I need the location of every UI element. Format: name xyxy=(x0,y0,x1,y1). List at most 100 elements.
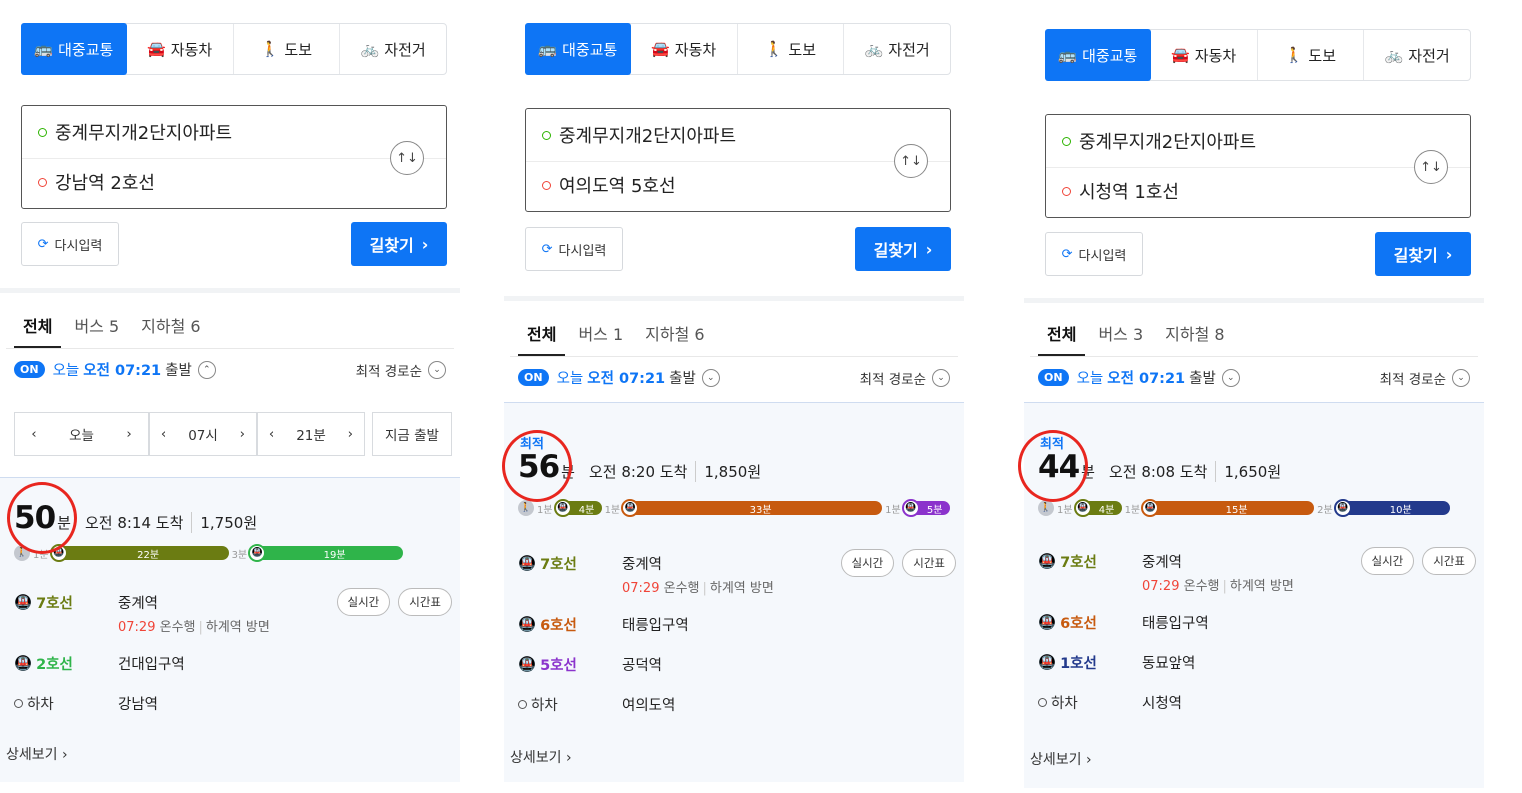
route-legs: 🚇 7호선 중계역 실시간 시간표 07:29 온수행 | 하계역 방면 🚇 6호선 태릉… xyxy=(1038,541,1476,722)
chevron-down-icon[interactable]: ⌄ xyxy=(701,368,720,387)
highlight-circle xyxy=(502,430,572,502)
day-picker[interactable]: ‹ 오늘 › xyxy=(14,412,149,456)
hour-picker[interactable]: ‹ 07시 › xyxy=(149,412,257,456)
destination-field[interactable]: 여의도역 5호선 xyxy=(542,172,676,198)
sort-dropdown[interactable]: 최적 경로순 ⌄ xyxy=(1380,368,1470,388)
chevron-down-icon: ⌄ xyxy=(1452,368,1470,387)
destination-dot-icon xyxy=(1062,186,1071,196)
alight-ring-icon xyxy=(14,698,23,708)
bus-icon: 🚌 xyxy=(34,40,54,58)
chevron-right-icon[interactable]: › xyxy=(348,426,353,442)
reset-button[interactable]: ⟳ 다시입력 xyxy=(1045,232,1143,276)
chevron-left-icon[interactable]: ‹ xyxy=(31,426,36,442)
realtime-button[interactable]: 실시간 xyxy=(840,549,895,577)
search-button[interactable]: 길찾기 › xyxy=(1375,232,1471,276)
depart-now-button[interactable]: 지금 출발 xyxy=(372,412,452,456)
departure-time[interactable]: 오전 07:21 xyxy=(1107,367,1185,388)
origin-field[interactable]: 중계무지개2단지아파트 xyxy=(542,122,736,148)
reset-button[interactable]: ⟳ 다시입력 xyxy=(21,222,119,266)
tab-all[interactable]: 전체 xyxy=(1037,310,1087,356)
tab-subway[interactable]: 지하철 6 xyxy=(141,302,200,348)
fare: 1,850원 xyxy=(695,461,761,482)
swap-icon[interactable]: ↑↓ xyxy=(1414,150,1448,184)
mode-walk-button[interactable]: 🚶 도보 xyxy=(1258,30,1365,80)
departure-time[interactable]: 오전 07:21 xyxy=(83,359,161,380)
chevron-left-icon[interactable]: ‹ xyxy=(161,426,166,442)
realtime-button[interactable]: 실시간 xyxy=(336,588,391,616)
highlight-circle xyxy=(1018,430,1088,502)
tab-all[interactable]: 전체 xyxy=(517,310,567,356)
minute-picker[interactable]: ‹ 21분 › xyxy=(257,412,365,456)
chevron-right-icon: › xyxy=(421,234,429,254)
timetable-button[interactable]: 시간표 xyxy=(902,549,956,577)
mode-car-button[interactable]: 🚘 자동차 xyxy=(631,24,738,74)
swap-icon[interactable]: ↑↓ xyxy=(894,144,928,178)
tab-bus[interactable]: 버스 5 xyxy=(74,302,119,348)
mode-walk-button[interactable]: 🚶 도보 xyxy=(234,24,341,74)
route-panel-yeouido: 🚌 대중교통 🚘 자동차 🚶 도보 🚲 자전거 중계무지개2단지아파트 여의도역 5호선… xyxy=(502,12,964,782)
timetable-button[interactable]: 시간표 xyxy=(1422,547,1476,575)
route-panel-cityhall: 🚌 대중교통 🚘 자동차 🚶 도보 🚲 자전거 중계무지개2단지아파트 시청역 1호선 … xyxy=(1018,18,1484,788)
detail-link[interactable]: 상세보기 › xyxy=(1030,749,1092,769)
sort-dropdown[interactable]: 최적 경로순 ⌄ xyxy=(860,368,950,388)
chevron-left-icon[interactable]: ‹ xyxy=(269,426,274,442)
departure-bar: ON 오늘 오전 07:21 출발 ⌃ 최적 경로순 ⌄ xyxy=(6,348,454,390)
on-badge[interactable]: ON xyxy=(518,369,549,386)
on-badge[interactable]: ON xyxy=(14,361,45,378)
mode-transit-button[interactable]: 🚌 대중교통 xyxy=(21,23,127,75)
mode-walk-button[interactable]: 🚶 도보 xyxy=(738,24,845,74)
walk-icon: 🚶 xyxy=(764,40,784,58)
mode-bike-button[interactable]: 🚲 자전거 xyxy=(844,24,950,74)
refresh-icon: ⟳ xyxy=(1061,246,1073,262)
mode-car-button[interactable]: 🚘 자동차 xyxy=(127,24,234,74)
mode-bike-button[interactable]: 🚲 자전거 xyxy=(1364,30,1470,80)
realtime-button[interactable]: 실시간 xyxy=(1360,547,1415,575)
search-button[interactable]: 길찾기 › xyxy=(351,222,447,266)
mode-transit-button[interactable]: 🚌 대중교통 xyxy=(525,23,631,75)
leg-line5: 🚇 5호선 공덕역 xyxy=(518,656,663,674)
leg-line1: 🚇 1호선 동묘앞역 xyxy=(1038,654,1196,672)
origin-field[interactable]: 중계무지개2단지아파트 xyxy=(1062,128,1256,154)
arrival-time: 오전 8:14 도착 xyxy=(84,514,184,532)
route-result-card[interactable]: 최적 56 분 오전 8:20 도착 1,850원 🚶 1분 🚇 4분 1분 🚇 33분 1분… xyxy=(504,402,964,782)
chevron-down-icon[interactable]: ⌄ xyxy=(1221,368,1240,387)
departure-time[interactable]: 오전 07:21 xyxy=(587,367,665,388)
result-tabs: 전체 버스 5 지하철 6 xyxy=(13,302,453,348)
route-result-card[interactable]: 최적 44 분 오전 8:08 도착 1,650원 🚶 1분 🚇 4분 1분 🚇 15분 2분… xyxy=(1024,402,1484,788)
route-input-box: 중계무지개2단지아파트 여의도역 5호선 ↑↓ xyxy=(525,108,951,212)
tab-subway[interactable]: 지하철 6 xyxy=(645,310,704,356)
tab-subway[interactable]: 지하철 8 xyxy=(1165,310,1224,356)
chevron-right-icon: › xyxy=(1085,752,1092,768)
mode-bike-button[interactable]: 🚲 자전거 xyxy=(340,24,446,74)
chevron-down-icon: ⌄ xyxy=(428,360,446,379)
subway-icon: 🚇 xyxy=(518,656,537,673)
leg-line6: 🚇 6호선 태릉입구역 xyxy=(518,616,689,634)
search-button[interactable]: 길찾기 › xyxy=(855,227,951,271)
chevron-right-icon: › xyxy=(565,750,572,766)
fare: 1,750원 xyxy=(191,512,257,533)
origin-field[interactable]: 중계무지개2단지아파트 xyxy=(38,119,232,145)
reset-button[interactable]: ⟳ 다시입력 xyxy=(525,227,623,271)
mode-car-button[interactable]: 🚘 자동차 xyxy=(1151,30,1258,80)
car-icon: 🚘 xyxy=(651,40,670,58)
on-badge[interactable]: ON xyxy=(1038,369,1069,386)
swap-icon[interactable]: ↑↓ xyxy=(390,141,424,175)
walk-icon: 🚶 xyxy=(1284,46,1304,64)
sort-dropdown[interactable]: 최적 경로순 ⌄ xyxy=(356,360,446,380)
detail-link[interactable]: 상세보기 › xyxy=(6,744,68,764)
chevron-up-icon[interactable]: ⌃ xyxy=(197,360,216,379)
detail-link[interactable]: 상세보기 › xyxy=(510,747,572,767)
chevron-right-icon[interactable]: › xyxy=(240,426,245,442)
destination-field[interactable]: 강남역 2호선 xyxy=(38,169,155,195)
result-tabs: 전체 버스 3 지하철 8 xyxy=(1037,310,1477,356)
tab-all[interactable]: 전체 xyxy=(13,302,63,348)
destination-field[interactable]: 시청역 1호선 xyxy=(1062,178,1179,204)
leg-line7: 🚇 7호선 중계역 실시간 시간표 xyxy=(518,543,956,583)
tab-bus[interactable]: 버스 1 xyxy=(578,310,623,356)
tab-bus[interactable]: 버스 3 xyxy=(1098,310,1143,356)
segment-minutes: 33분 xyxy=(749,504,772,516)
timetable-button[interactable]: 시간표 xyxy=(398,588,452,616)
chevron-right-icon[interactable]: › xyxy=(126,426,131,442)
mode-transit-button[interactable]: 🚌 대중교통 xyxy=(1045,29,1151,81)
subway-icon: 🚇 xyxy=(14,655,33,672)
